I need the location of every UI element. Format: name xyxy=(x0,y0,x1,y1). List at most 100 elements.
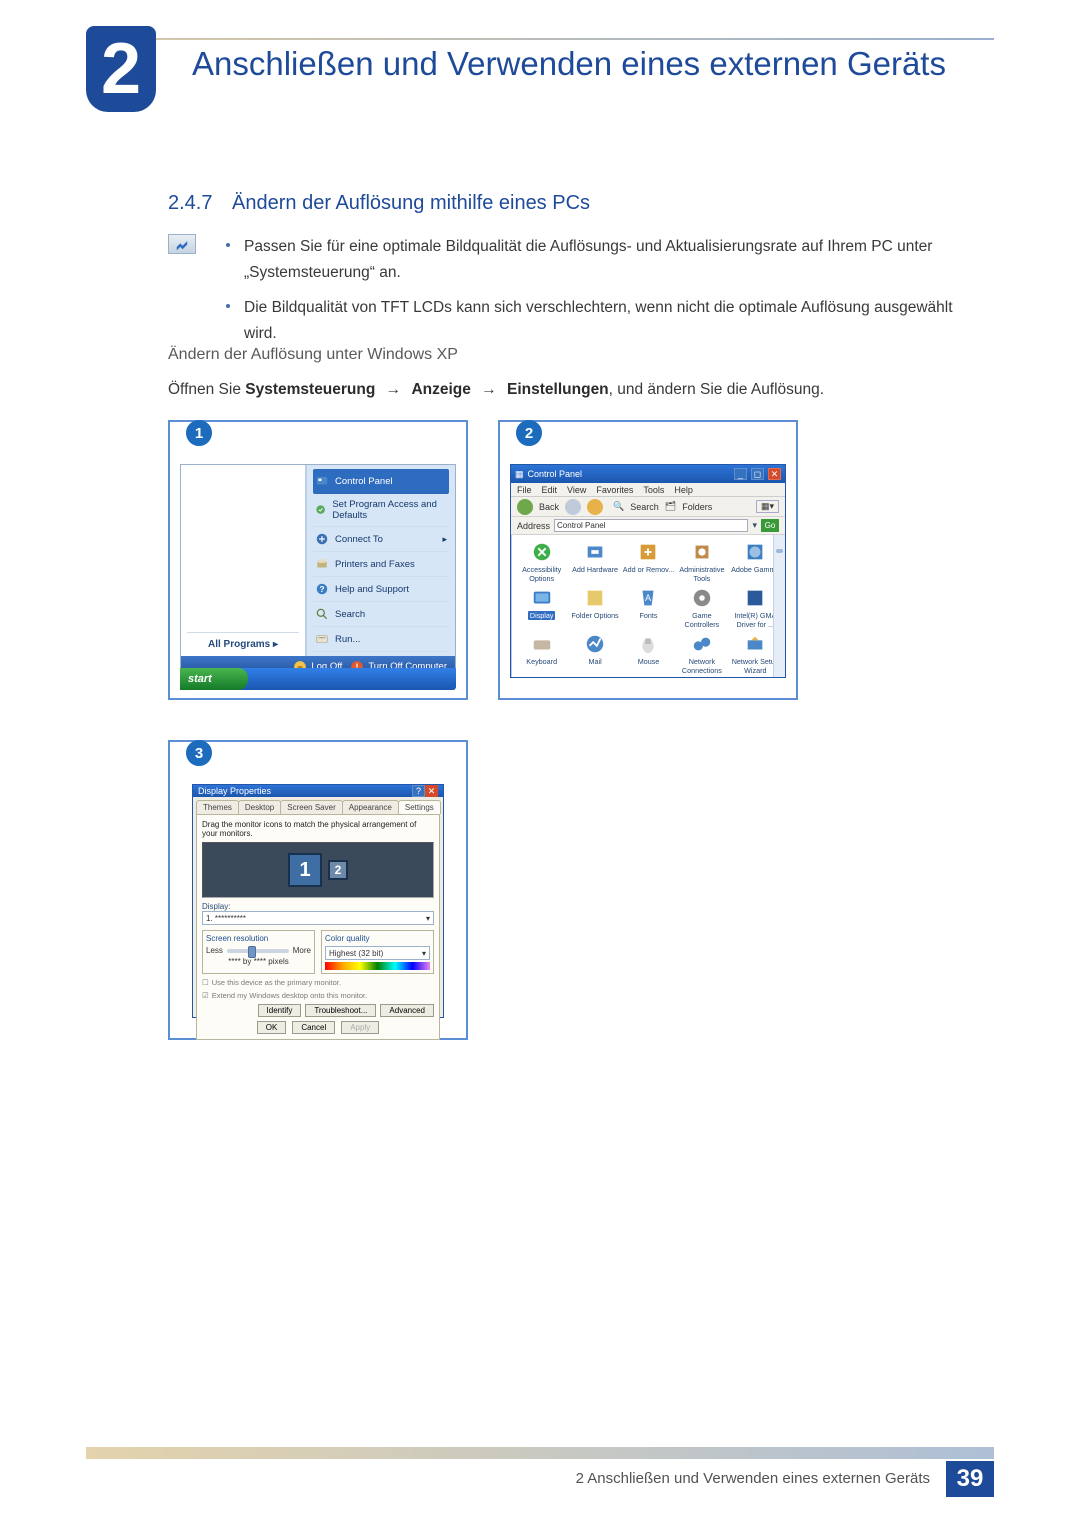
monitor-2[interactable]: 2 xyxy=(328,860,348,880)
folders-icon[interactable]: 🗂 xyxy=(665,501,676,512)
hint-text: Drag the monitor icons to match the phys… xyxy=(202,820,434,838)
color-quality-box: Color quality Highest (32 bit) ▾ xyxy=(321,930,434,974)
control-panel-item[interactable]: Administrative Tools xyxy=(676,541,727,583)
tab-appearance[interactable]: Appearance xyxy=(342,800,399,814)
control-panel-item[interactable]: Keyboard xyxy=(516,633,567,675)
identify-button[interactable]: Identify xyxy=(258,1004,302,1017)
menu-item[interactable]: File xyxy=(517,485,532,495)
advanced-button[interactable]: Advanced xyxy=(380,1004,434,1017)
minimize-button[interactable]: _ xyxy=(734,468,747,480)
monitor-1[interactable]: 1 xyxy=(288,853,322,887)
window-icon: ▦ xyxy=(515,469,524,480)
help-button[interactable]: ? xyxy=(412,785,425,797)
search-label: Search xyxy=(630,502,659,512)
start-menu-item[interactable]: Search xyxy=(313,602,449,627)
close-button[interactable]: ✕ xyxy=(768,468,781,480)
section-number: 2.4.7 xyxy=(168,192,212,214)
item-icon xyxy=(531,633,553,655)
close-button[interactable]: ✕ xyxy=(425,785,438,797)
up-icon[interactable] xyxy=(587,499,603,515)
search-icon[interactable]: 🔍 xyxy=(613,501,624,512)
start-menu-item[interactable]: Connect To▸ xyxy=(313,527,449,552)
display-label: Display: xyxy=(202,902,434,911)
views-button[interactable]: ▦▾ xyxy=(756,500,779,513)
menu-item[interactable]: Help xyxy=(674,485,693,495)
control-panel-item[interactable]: Game Controllers xyxy=(676,587,727,629)
cancel-button[interactable]: Cancel xyxy=(292,1021,335,1034)
tab-screen-saver[interactable]: Screen Saver xyxy=(280,800,342,814)
chevron-down-icon: ▾ xyxy=(422,949,426,958)
go-button[interactable]: Go xyxy=(761,519,779,532)
start-menu-item[interactable]: Control Panel xyxy=(313,469,449,494)
section-heading: 2.4.7 Ändern der Auflösung mithilfe eine… xyxy=(168,192,590,215)
ok-button[interactable]: OK xyxy=(257,1021,287,1034)
color-dropdown[interactable]: Highest (32 bit) ▾ xyxy=(325,946,430,960)
menu-item-icon xyxy=(315,474,329,488)
step-badge: 1 xyxy=(186,420,212,446)
start-menu: All Programs ▸ Control PanelSet Program … xyxy=(180,464,456,678)
address-label: Address xyxy=(517,521,550,531)
troubleshoot-button[interactable]: Troubleshoot... xyxy=(305,1004,376,1017)
menu-item[interactable]: Tools xyxy=(643,485,664,495)
forward-icon[interactable] xyxy=(565,499,581,515)
start-menu-left: All Programs ▸ xyxy=(181,465,307,656)
control-panel-item[interactable]: Add or Remov... xyxy=(623,541,674,583)
subheading: Ändern der Auflösung unter Windows XP xyxy=(168,346,458,364)
item-icon xyxy=(584,587,606,609)
back-icon[interactable] xyxy=(517,499,533,515)
folders-label: Folders xyxy=(682,502,712,512)
menu-item-icon xyxy=(315,532,329,546)
control-panel-item[interactable]: Display xyxy=(516,587,567,629)
control-panel-item[interactable]: Mail xyxy=(569,633,620,675)
control-panel-item[interactable]: Folder Options xyxy=(569,587,620,629)
color-preview xyxy=(325,962,430,970)
svg-text:?: ? xyxy=(320,585,325,594)
start-menu-item[interactable]: Run... xyxy=(313,627,449,652)
all-programs[interactable]: All Programs ▸ xyxy=(187,632,299,650)
control-panel-item[interactable]: AFonts xyxy=(623,587,674,629)
tab-desktop[interactable]: Desktop xyxy=(238,800,281,814)
menu-item[interactable]: Edit xyxy=(542,485,558,495)
note-icon xyxy=(168,234,196,254)
menu-item[interactable]: View xyxy=(567,485,586,495)
item-icon xyxy=(691,541,713,563)
address-bar: Address Control Panel ▾ Go xyxy=(511,517,785,535)
menu-item-icon xyxy=(315,557,329,571)
start-menu-item[interactable]: Printers and Faxes xyxy=(313,552,449,577)
tab-settings[interactable]: Settings xyxy=(398,800,441,814)
control-panel-window: ▦ Control Panel _ ◻ ✕ File Edit View Favori… xyxy=(510,464,786,678)
primary-monitor-checkbox[interactable]: ☐Use this device as the primary monitor. xyxy=(202,978,434,987)
screen-resolution-box: Screen resolution Less More **** by ****… xyxy=(202,930,315,974)
screenshot-step-1: 1 All Programs ▸ Control PanelSet Progra… xyxy=(168,420,468,700)
dropdown-icon[interactable]: ▾ xyxy=(752,520,757,531)
tab-themes[interactable]: Themes xyxy=(196,800,239,814)
svg-text:A: A xyxy=(645,593,652,603)
control-panel-item[interactable]: Add Hardware xyxy=(569,541,620,583)
control-panel-item[interactable]: Network Connections xyxy=(676,633,727,675)
item-icon xyxy=(637,633,659,655)
control-panel-item[interactable]: Mouse xyxy=(623,633,674,675)
start-button[interactable]: start xyxy=(180,668,248,690)
monitor-arrangement[interactable]: 1 2 xyxy=(202,842,434,898)
address-field[interactable]: Control Panel xyxy=(554,519,748,532)
resolution-slider[interactable] xyxy=(227,949,289,953)
control-panel-body: Accessibility OptionsAdd HardwareAdd or … xyxy=(511,535,785,677)
scrollbar[interactable] xyxy=(773,535,785,677)
extend-desktop-checkbox[interactable]: ☑Extend my Windows desktop onto this mon… xyxy=(202,991,434,1000)
menu-item[interactable]: Favorites xyxy=(596,485,633,495)
footer-text: 2 Anschließen und Verwenden eines extern… xyxy=(576,1470,930,1487)
control-panel-item[interactable]: Accessibility Options xyxy=(516,541,567,583)
display-dropdown[interactable]: 1. ********** ▾ xyxy=(202,911,434,925)
step-badge: 2 xyxy=(516,420,542,446)
item-icon: A xyxy=(637,587,659,609)
start-menu-item[interactable]: ?Help and Support xyxy=(313,577,449,602)
chapter-title: Anschließen und Verwenden eines externen… xyxy=(192,44,990,84)
maximize-button[interactable]: ◻ xyxy=(751,468,764,480)
footer-rule xyxy=(86,1447,994,1459)
start-menu-item[interactable]: Set Program Access and Defaults xyxy=(313,494,449,527)
screenshot-step-2: 2 ▦ Control Panel _ ◻ ✕ File Edit View Favo… xyxy=(498,420,798,700)
start-menu-right: Control PanelSet Program Access and Defa… xyxy=(307,465,455,656)
chevron-right-icon: ▸ xyxy=(273,639,278,650)
taskbar: start xyxy=(180,668,456,690)
page-number: 39 xyxy=(946,1461,994,1497)
